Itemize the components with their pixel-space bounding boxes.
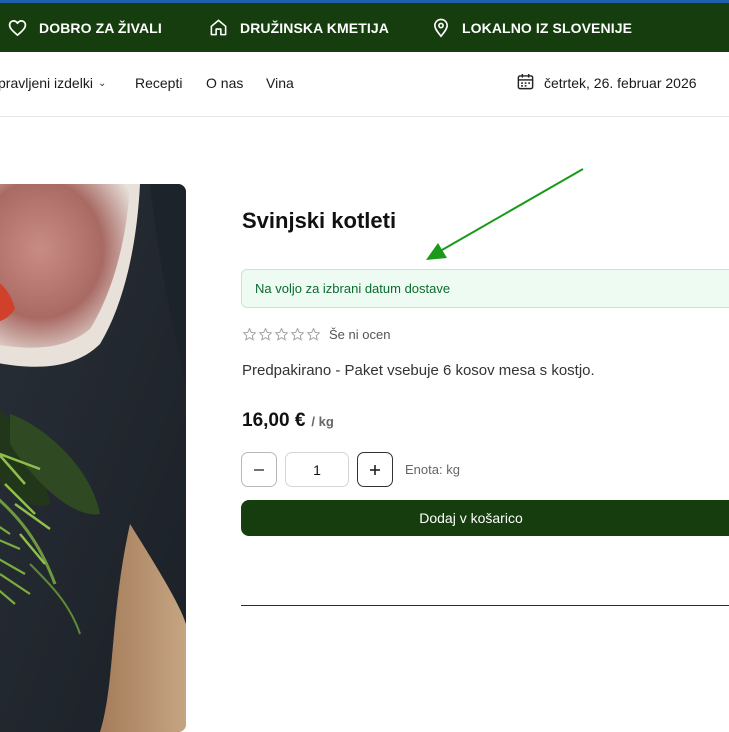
nav-item-label: Recepti bbox=[135, 75, 183, 91]
quantity-increase-button[interactable] bbox=[357, 452, 393, 487]
main-nav: pravljeni izdelki ⌄ Recepti O nas Vina č… bbox=[0, 52, 729, 117]
plus-icon bbox=[370, 464, 380, 475]
availability-notice: Na voljo za izbrani datum dostave bbox=[241, 269, 729, 308]
unit-label: Enota: kg bbox=[405, 462, 460, 477]
calendar-icon bbox=[516, 72, 535, 94]
minus-icon bbox=[254, 468, 264, 471]
section-divider bbox=[241, 605, 729, 606]
nav-item-recipes[interactable]: Recepti bbox=[135, 52, 182, 114]
delivery-date-text: četrtek, 26. februar 2026 bbox=[544, 75, 697, 91]
nav-item-wines[interactable]: Vina bbox=[266, 52, 294, 114]
star-icon bbox=[258, 326, 273, 341]
nav-item-label: Vina bbox=[266, 75, 294, 91]
product-description: Predpakirano - Paket vsebuje 6 kosov mes… bbox=[242, 362, 595, 379]
product-title: Svinjski kotleti bbox=[242, 208, 397, 233]
location-pin-icon bbox=[432, 18, 450, 38]
trust-item-local: LOKALNO IZ SLOVENIJE bbox=[432, 3, 632, 52]
trust-item-animals: DOBRO ZA ŽIVALI bbox=[8, 3, 162, 52]
star-icon bbox=[242, 326, 257, 341]
product-image[interactable] bbox=[0, 184, 186, 732]
chevron-down-icon: ⌄ bbox=[97, 77, 107, 89]
heart-icon bbox=[8, 19, 27, 37]
star-icon bbox=[290, 326, 305, 341]
trust-item-farm: DRUŽINSKA KMETIJA bbox=[209, 3, 389, 52]
product-price: 16,00 € / kg bbox=[242, 410, 334, 432]
delivery-date-picker[interactable]: četrtek, 26. februar 2026 bbox=[516, 52, 697, 114]
rating-stars bbox=[242, 326, 321, 342]
nav-item-products[interactable]: pravljeni izdelki ⌄ bbox=[0, 52, 106, 114]
nav-item-about[interactable]: O nas bbox=[206, 52, 243, 114]
trust-label: DRUŽINSKA KMETIJA bbox=[240, 19, 389, 36]
add-to-cart-button[interactable]: Dodaj v košarico bbox=[241, 500, 729, 536]
nav-item-label: pravljeni izdelki bbox=[0, 75, 93, 91]
star-icon bbox=[306, 326, 321, 341]
price-amount: 16,00 € bbox=[242, 410, 306, 431]
availability-text: Na voljo za izbrani datum dostave bbox=[255, 281, 451, 296]
price-unit: / kg bbox=[311, 414, 334, 429]
trust-bar: DOBRO ZA ŽIVALI DRUŽINSKA KMETIJA LOKALN… bbox=[0, 3, 729, 52]
product-rating[interactable]: Še ni ocen bbox=[242, 324, 390, 344]
nav-item-label: O nas bbox=[206, 75, 244, 91]
add-to-cart-label: Dodaj v košarico bbox=[419, 510, 523, 526]
trust-label: LOKALNO IZ SLOVENIJE bbox=[462, 19, 633, 36]
home-icon bbox=[209, 18, 228, 37]
rating-text: Še ni ocen bbox=[329, 326, 391, 342]
quantity-input[interactable] bbox=[285, 452, 349, 487]
star-icon bbox=[274, 326, 289, 341]
trust-label: DOBRO ZA ŽIVALI bbox=[39, 19, 162, 36]
quantity-decrease-button[interactable] bbox=[241, 452, 277, 487]
